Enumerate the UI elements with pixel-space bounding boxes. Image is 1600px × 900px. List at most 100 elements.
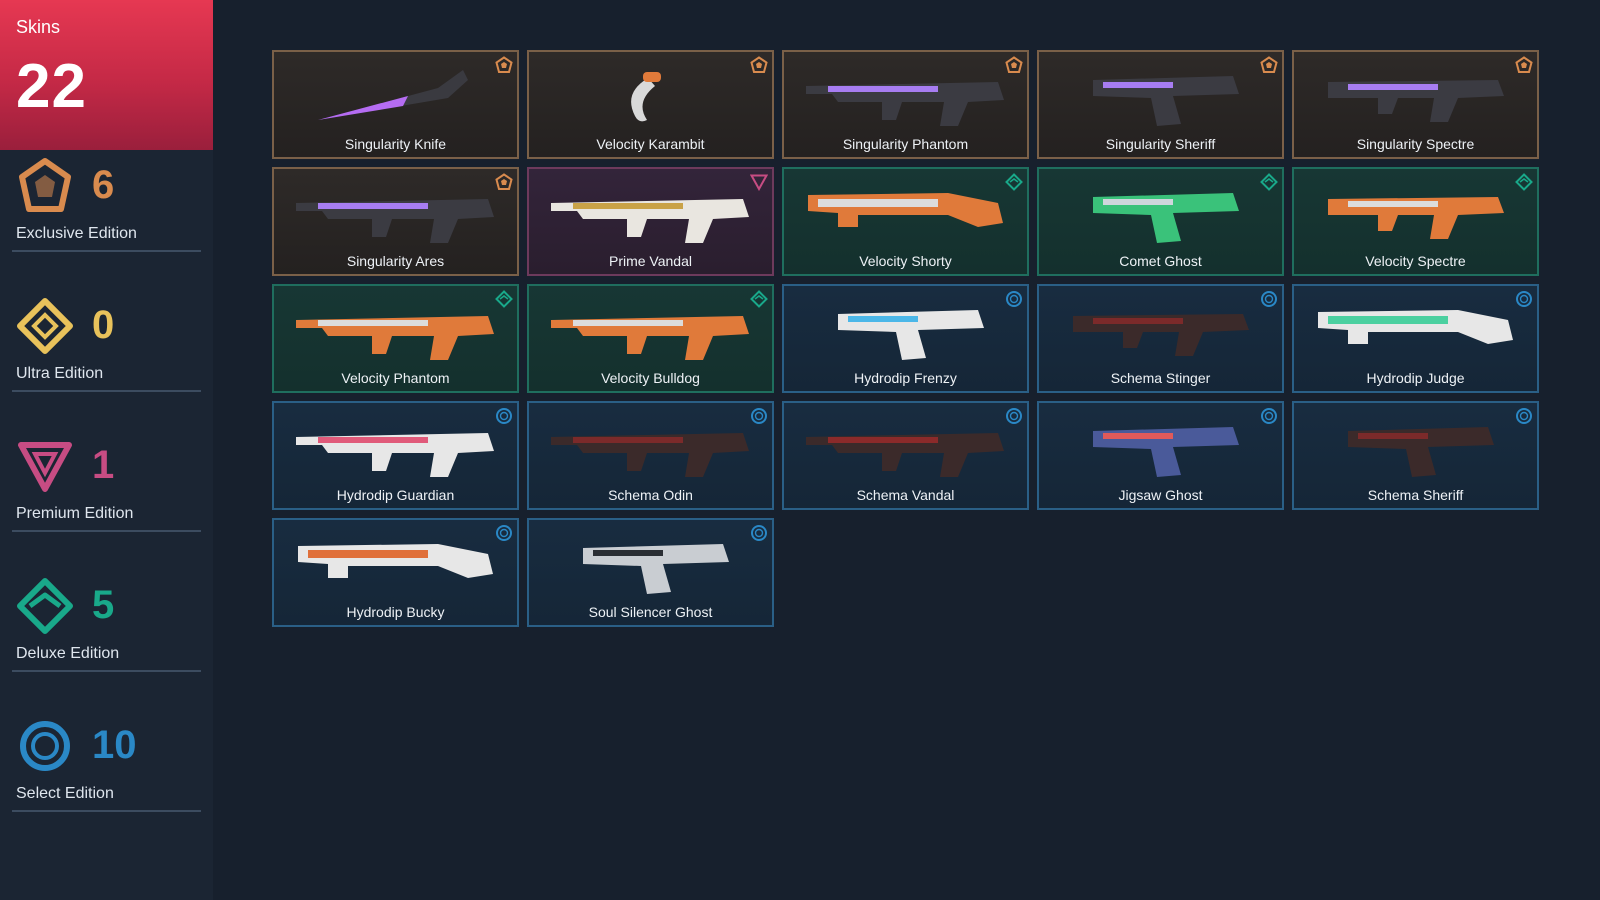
deluxe-tier-icon xyxy=(1260,173,1278,191)
skin-card[interactable]: Schema Odin xyxy=(527,401,774,510)
tier-label: Select Edition xyxy=(16,785,114,802)
select-edition-icon xyxy=(20,721,70,771)
tier-premium[interactable]: 1 Premium Edition xyxy=(12,437,201,532)
skin-card[interactable]: Velocity Phantom xyxy=(272,284,519,393)
weapon-image xyxy=(806,433,1004,477)
skin-name: Velocity Bulldog xyxy=(601,370,700,386)
select-tier-icon xyxy=(1516,408,1532,424)
tier-label: Premium Edition xyxy=(16,505,134,522)
deluxe-tier-icon xyxy=(750,290,768,308)
skin-name: Singularity Ares xyxy=(346,253,445,269)
skin-name: Singularity Sheriff xyxy=(1105,136,1216,152)
skin-name: Jigsaw Ghost xyxy=(1118,487,1203,503)
deluxe-tier-icon xyxy=(495,290,513,308)
skin-name: Soul Silencer Ghost xyxy=(588,604,713,620)
weapon-image xyxy=(631,72,661,122)
skin-card[interactable]: Hydrodip Judge xyxy=(1292,284,1539,393)
skin-name: Velocity Karambit xyxy=(596,136,705,152)
skin-card[interactable]: Singularity Phantom xyxy=(782,50,1029,159)
skin-card[interactable]: Singularity Sheriff xyxy=(1037,50,1284,159)
exclusive-tier-icon xyxy=(1005,56,1023,73)
skin-card[interactable]: Jigsaw Ghost xyxy=(1037,401,1284,510)
skin-name: Singularity Phantom xyxy=(842,136,969,152)
weapon-image xyxy=(318,70,468,120)
weapon-image xyxy=(551,316,749,360)
skin-name: Velocity Spectre xyxy=(1365,253,1466,269)
skin-card[interactable]: Schema Sheriff xyxy=(1292,401,1539,510)
weapon-image xyxy=(808,193,1003,227)
exclusive-edition-icon xyxy=(19,158,71,212)
skin-card[interactable]: Prime Vandal xyxy=(527,167,774,276)
select-tier-icon xyxy=(1006,408,1022,424)
weapon-image xyxy=(838,310,984,360)
select-tier-icon xyxy=(1261,291,1277,307)
select-tier-icon xyxy=(1516,291,1532,307)
weapon-image xyxy=(1093,76,1239,126)
skin-name: Hydrodip Guardian xyxy=(336,487,455,503)
skins-summary: Skins 22 xyxy=(0,0,213,150)
skin-name: Hydrodip Judge xyxy=(1366,370,1465,386)
skin-card[interactable]: Singularity Knife xyxy=(272,50,519,159)
skin-card[interactable]: Soul Silencer Ghost xyxy=(527,518,774,627)
tier-deluxe[interactable]: 5 Deluxe Edition xyxy=(12,577,201,672)
deluxe-tier-icon xyxy=(1005,173,1023,191)
skin-card[interactable]: Hydrodip Bucky xyxy=(272,518,519,627)
skin-name: Prime Vandal xyxy=(608,253,692,269)
skin-name: Velocity Shorty xyxy=(859,253,952,269)
tier-label: Deluxe Edition xyxy=(16,645,120,662)
weapon-image xyxy=(298,544,493,578)
weapon-image xyxy=(806,82,1004,126)
select-tier-icon xyxy=(496,408,512,424)
skin-card[interactable]: Hydrodip Frenzy xyxy=(782,284,1029,393)
skin-name: Hydrodip Frenzy xyxy=(854,370,957,386)
skin-card[interactable]: Velocity Spectre xyxy=(1292,167,1539,276)
skin-name: Schema Stinger xyxy=(1110,370,1211,386)
weapon-image xyxy=(1318,310,1513,344)
skin-name: Comet Ghost xyxy=(1119,253,1202,269)
skin-name: Singularity Knife xyxy=(344,136,447,152)
skins-count: 22 xyxy=(16,52,87,121)
skin-grid: Singularity Knife Velocity Karambit Sing… xyxy=(272,50,1539,627)
tier-count: 6 xyxy=(92,163,115,207)
skin-card[interactable]: Velocity Shorty xyxy=(782,167,1029,276)
premium-edition-icon xyxy=(18,442,72,492)
tier-ultra[interactable]: 0 Ultra Edition xyxy=(12,297,201,392)
skin-card[interactable]: Schema Vandal xyxy=(782,401,1029,510)
skin-card[interactable]: Comet Ghost xyxy=(1037,167,1284,276)
weapon-image xyxy=(296,433,494,477)
select-tier-icon xyxy=(751,525,767,541)
exclusive-tier-icon xyxy=(1515,56,1533,73)
sidebar: Skins 22 6 Exclusive Edition 0 Ultra Edi… xyxy=(0,0,213,900)
tier-select[interactable]: 10 Select Edition xyxy=(12,717,201,812)
tier-exclusive[interactable]: 6 Exclusive Edition xyxy=(12,157,201,252)
tier-count: 0 xyxy=(92,303,115,347)
skin-card[interactable]: Velocity Bulldog xyxy=(527,284,774,393)
premium-tier-icon xyxy=(750,174,768,191)
tier-count: 5 xyxy=(92,583,115,627)
skin-card[interactable]: Hydrodip Guardian xyxy=(272,401,519,510)
deluxe-edition-icon xyxy=(17,578,73,634)
skin-name: Singularity Spectre xyxy=(1356,136,1475,152)
exclusive-tier-icon xyxy=(1260,56,1278,73)
skin-card[interactable]: Singularity Spectre xyxy=(1292,50,1539,159)
tier-count: 10 xyxy=(92,723,137,767)
skin-name: Schema Odin xyxy=(608,487,693,503)
select-tier-icon xyxy=(751,408,767,424)
weapon-image xyxy=(296,199,494,243)
deluxe-tier-icon xyxy=(1515,173,1533,191)
skins-label: Skins xyxy=(16,17,61,37)
weapon-image xyxy=(1328,197,1504,239)
skin-card[interactable]: Schema Stinger xyxy=(1037,284,1284,393)
skin-card[interactable]: Velocity Karambit xyxy=(527,50,774,159)
tier-label: Ultra Edition xyxy=(16,365,104,382)
weapon-image xyxy=(296,316,494,360)
skin-card[interactable]: Singularity Ares xyxy=(272,167,519,276)
skin-name: Hydrodip Bucky xyxy=(346,604,445,620)
exclusive-tier-icon xyxy=(495,56,513,73)
skin-name: Schema Vandal xyxy=(856,487,955,503)
weapon-image xyxy=(583,544,729,594)
select-tier-icon xyxy=(496,525,512,541)
weapon-image xyxy=(1348,427,1494,477)
exclusive-tier-icon xyxy=(495,173,513,190)
weapon-image xyxy=(551,433,749,477)
